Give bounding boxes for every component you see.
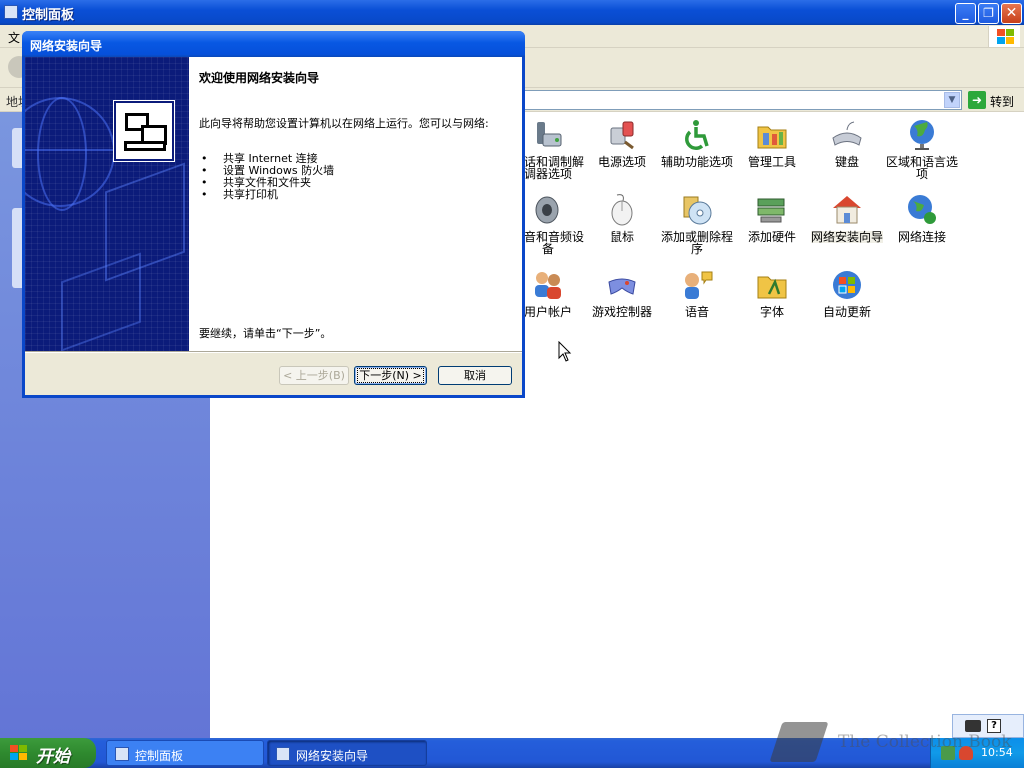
minimize-button[interactable]: _ [955, 3, 976, 24]
mouse-cursor-icon [558, 340, 572, 363]
cp-item-game-controllers[interactable]: 游戏控制器 [586, 268, 658, 318]
speaker-icon [531, 193, 565, 227]
network-setup-wizard-dialog: 网络安装向导 欢迎使用网络安装向导 此向导将帮助您设置计算机以在网络上运行。您可… [22, 31, 525, 398]
cancel-button[interactable]: 取消 [438, 366, 512, 385]
start-button[interactable]: 开始 [0, 738, 96, 768]
mouse-icon [605, 193, 639, 227]
chevron-down-icon[interactable]: ▼ [944, 92, 960, 108]
speech-icon [680, 268, 714, 302]
user-accounts-icon [531, 268, 565, 302]
go-label: 转到 [990, 95, 1015, 109]
game-controller-icon [605, 268, 639, 302]
book-watermark-icon [769, 722, 829, 762]
globe-icon [905, 118, 939, 152]
back-button-disabled: < 上一步(B) [279, 366, 349, 385]
phone-modem-icon [531, 118, 565, 152]
cp-item-automatic-updates[interactable]: 自动更新 [811, 268, 883, 318]
start-label: 开始 [36, 747, 70, 767]
power-options-icon [605, 118, 639, 152]
windows-update-icon [830, 268, 864, 302]
wizard-body: 欢迎使用网络安装向导 此向导将帮助您设置计算机以在网络上运行。您可以与网络: 共… [189, 57, 522, 351]
windows-flag-icon [10, 745, 28, 761]
taskbar-item-control-panel[interactable]: 控制面板 [106, 740, 264, 766]
cp-item-accessibility[interactable]: 辅助功能选项 [661, 118, 733, 168]
network-setup-house-icon [276, 747, 290, 761]
watermark: The Collection Book [769, 718, 1020, 768]
wizard-titlebar[interactable]: 网络安装向导 [22, 31, 525, 57]
close-button[interactable]: ✕ [1001, 3, 1022, 24]
network-computers-icon [113, 100, 175, 162]
cp-item-speech[interactable]: 语音 [661, 268, 733, 318]
keyboard-icon [830, 118, 864, 152]
taskbar-item-network-wizard[interactable]: 网络安装向导 [267, 740, 427, 766]
cp-item-admin-tools[interactable]: 管理工具 [736, 118, 808, 168]
cp-item-keyboard[interactable]: 键盘 [811, 118, 883, 168]
cp-item-add-remove-programs[interactable]: 添加或删除程序 [661, 193, 733, 255]
next-button[interactable]: 下一步(N) > [354, 366, 427, 385]
windows-flag-icon [988, 26, 1020, 47]
control-panel-icon [115, 747, 129, 761]
watermark-text: The Collection Book [838, 732, 1012, 752]
accessibility-icon [680, 118, 714, 152]
fonts-folder-icon [755, 268, 789, 302]
wizard-separator [25, 351, 522, 353]
cp-item-mouse[interactable]: 鼠标 [586, 193, 658, 243]
menu-file[interactable]: 文 [8, 29, 20, 46]
cp-item-add-hardware[interactable]: 添加硬件 [736, 193, 808, 243]
window-title: 控制面板 [22, 8, 75, 23]
cp-item-power-options[interactable]: 电源选项 [586, 118, 658, 168]
network-setup-house-icon [830, 193, 864, 227]
control-panel-icon [4, 5, 18, 19]
cp-item-fonts[interactable]: 字体 [736, 268, 808, 318]
add-hardware-icon [755, 193, 789, 227]
cp-item-region-language[interactable]: 区域和语言选项 [886, 118, 958, 180]
admin-tools-icon [755, 118, 789, 152]
wizard-banner [25, 57, 189, 351]
cp-item-network-connections[interactable]: 网络连接 [886, 193, 958, 243]
control-panel-titlebar[interactable]: 控制面板 _ ❐ ✕ [0, 0, 1024, 25]
add-remove-programs-icon [680, 193, 714, 227]
next-button-label: 下一步(N) > [357, 367, 424, 383]
wizard-intro-text: 此向导将帮助您设置计算机以在网络上运行。您可以与网络: [199, 117, 489, 130]
list-item: 共享打印机 [199, 189, 334, 202]
wizard-heading: 欢迎使用网络安装向导 [199, 71, 320, 85]
cp-item-network-setup-wizard[interactable]: 网络安装向导 [811, 193, 883, 243]
wizard-continue-text: 要继续，请单击“下一步”。 [199, 327, 332, 340]
wizard-title: 网络安装向导 [30, 39, 103, 53]
go-button[interactable]: ➜ 转到 [968, 90, 1020, 110]
go-arrow-icon: ➜ [968, 91, 986, 109]
wizard-feature-list: 共享 Internet 连接 设置 Windows 防火墙 共享文件和文件夹 共… [199, 153, 334, 202]
network-connections-icon [905, 193, 939, 227]
restore-button[interactable]: ❐ [978, 3, 999, 24]
